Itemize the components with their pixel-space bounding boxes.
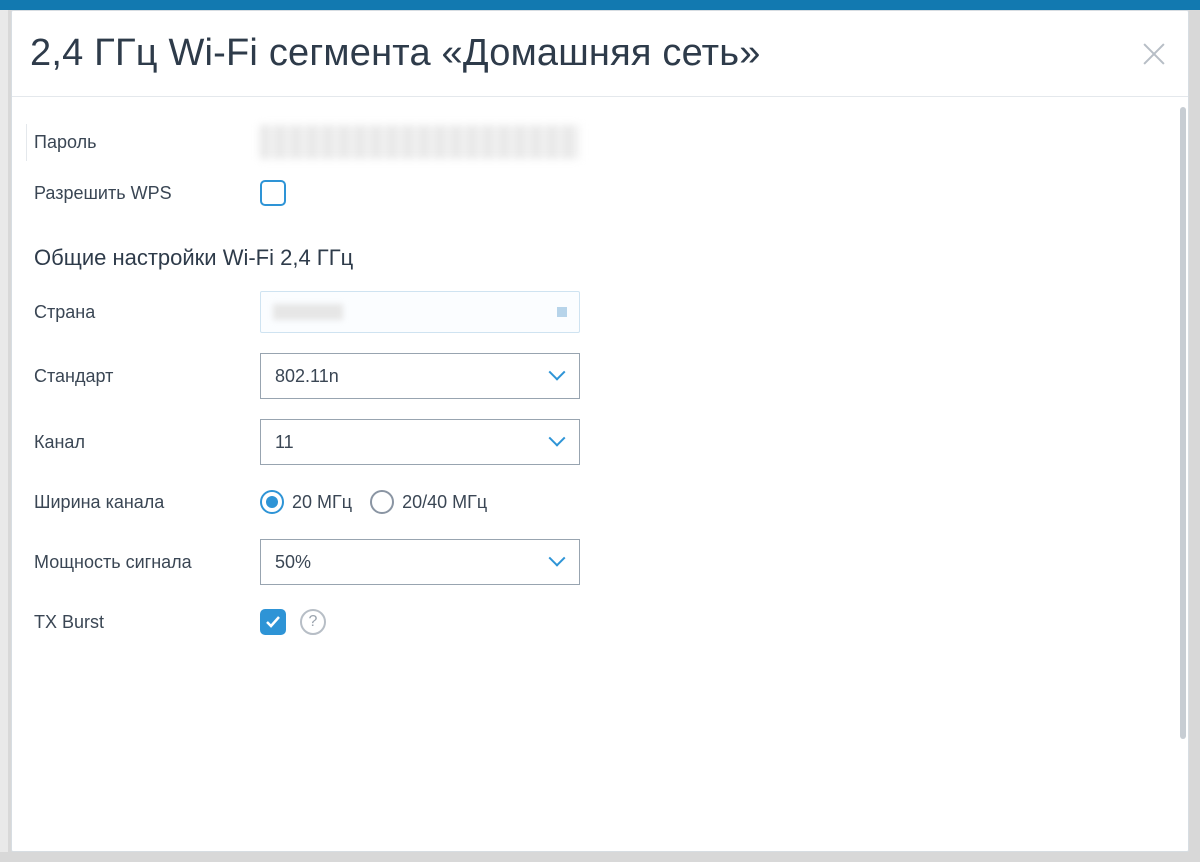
wifi-settings-modal: 2,4 ГГц Wi-Fi сегмента «Домашняя сеть» П…: [11, 10, 1189, 852]
password-row: Пароль: [30, 115, 1170, 169]
channel-row: Канал 11: [30, 409, 1170, 475]
close-icon[interactable]: [1138, 38, 1170, 70]
password-label: Пароль: [30, 132, 260, 153]
scrollbar[interactable]: [1180, 107, 1186, 739]
channel-select[interactable]: 11: [260, 419, 580, 465]
modal-header: 2,4 ГГц Wi-Fi сегмента «Домашняя сеть»: [12, 11, 1188, 97]
background-strip: [0, 10, 8, 852]
channel-width-row: Ширина канала 20 МГц 20/40 МГц: [30, 475, 1170, 529]
channel-width-label: Ширина канала: [30, 492, 260, 513]
country-label: Страна: [30, 302, 260, 323]
signal-power-select[interactable]: 50%: [260, 539, 580, 585]
tx-burst-row: TX Burst ?: [30, 595, 1170, 649]
tx-burst-checkbox[interactable]: [260, 609, 286, 635]
radio-dot-icon: [260, 490, 284, 514]
channel-label: Канал: [30, 432, 260, 453]
section-title: Общие настройки Wi-Fi 2,4 ГГц: [30, 217, 1170, 281]
chevron-down-icon: [551, 369, 565, 383]
chevron-down-icon: [551, 435, 565, 449]
help-icon[interactable]: ?: [300, 609, 326, 635]
modal-body: Пароль Разрешить WPS Общие настройки Wi-…: [12, 97, 1188, 851]
chevron-down-icon: [551, 555, 565, 569]
app-topbar: [0, 0, 1200, 10]
country-select[interactable]: [260, 291, 580, 333]
standard-select[interactable]: 802.11n: [260, 353, 580, 399]
signal-power-label: Мощность сигнала: [30, 552, 260, 573]
signal-power-value: 50%: [275, 552, 311, 573]
radio-20mhz[interactable]: 20 МГц: [260, 490, 352, 514]
radio-2040mhz[interactable]: 20/40 МГц: [370, 490, 487, 514]
radio-dot-icon: [370, 490, 394, 514]
allow-wps-label: Разрешить WPS: [30, 183, 260, 204]
radio-2040mhz-label: 20/40 МГц: [402, 492, 487, 513]
tx-burst-label: TX Burst: [30, 612, 260, 633]
signal-power-row: Мощность сигнала 50%: [30, 529, 1170, 595]
radio-20mhz-label: 20 МГц: [292, 492, 352, 513]
allow-wps-row: Разрешить WPS: [30, 169, 1170, 217]
standard-label: Стандарт: [30, 366, 260, 387]
allow-wps-checkbox[interactable]: [260, 180, 286, 206]
channel-value: 11: [275, 432, 294, 453]
standard-row: Стандарт 802.11n: [30, 343, 1170, 409]
channel-width-radio-group: 20 МГц 20/40 МГц: [260, 490, 487, 514]
standard-value: 802.11n: [275, 366, 339, 387]
modal-title: 2,4 ГГц Wi-Fi сегмента «Домашняя сеть»: [30, 32, 761, 75]
country-row: Страна: [30, 281, 1170, 343]
password-input[interactable]: [260, 125, 580, 159]
